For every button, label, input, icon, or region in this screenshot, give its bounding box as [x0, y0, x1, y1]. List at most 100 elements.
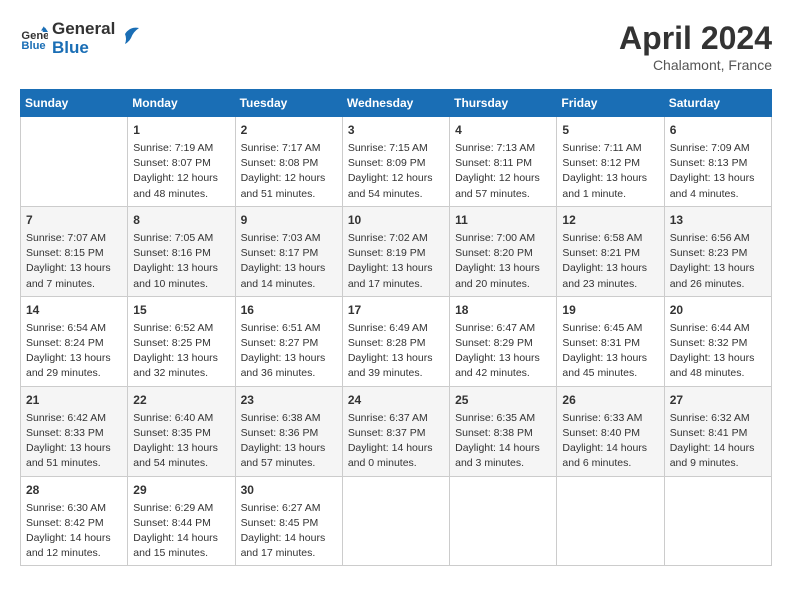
day-cell: 30 Sunrise: 6:27 AMSunset: 8:45 PMDayligh… — [235, 476, 342, 566]
week-row-5: 28 Sunrise: 6:30 AMSunset: 8:42 PMDayligh… — [21, 476, 772, 566]
day-cell: 10 Sunrise: 7:02 AMSunset: 8:19 PMDayligh… — [342, 206, 449, 296]
day-cell: 28 Sunrise: 6:30 AMSunset: 8:42 PMDayligh… — [21, 476, 128, 566]
day-number: 24 — [348, 391, 444, 409]
day-info: Sunrise: 7:09 AMSunset: 8:13 PMDaylight:… — [670, 141, 766, 202]
day-cell — [664, 476, 771, 566]
day-number: 17 — [348, 301, 444, 319]
day-number: 3 — [348, 121, 444, 139]
day-info: Sunrise: 6:58 AMSunset: 8:21 PMDaylight:… — [562, 231, 658, 292]
calendar-table: SundayMondayTuesdayWednesdayThursdayFrid… — [20, 89, 772, 566]
day-number: 22 — [133, 391, 229, 409]
day-info: Sunrise: 6:32 AMSunset: 8:41 PMDaylight:… — [670, 411, 766, 472]
day-cell: 13 Sunrise: 6:56 AMSunset: 8:23 PMDayligh… — [664, 206, 771, 296]
day-cell: 7Sunrise: 7:07 AMSunset: 8:15 PMDaylight… — [21, 206, 128, 296]
logo-icon: General Blue — [20, 25, 48, 53]
day-number: 18 — [455, 301, 551, 319]
day-cell: 5 Sunrise: 7:11 AMSunset: 8:12 PMDaylight… — [557, 117, 664, 207]
col-header-sunday: Sunday — [21, 90, 128, 117]
day-info: Sunrise: 6:29 AMSunset: 8:44 PMDaylight:… — [133, 501, 229, 562]
day-info: Sunrise: 6:27 AMSunset: 8:45 PMDaylight:… — [241, 501, 337, 562]
day-cell: 16Sunrise: 6:51 AMSunset: 8:27 PMDayligh… — [235, 296, 342, 386]
day-number: 27 — [670, 391, 766, 409]
day-cell — [557, 476, 664, 566]
day-info: Sunrise: 6:38 AMSunset: 8:36 PMDaylight:… — [241, 411, 337, 472]
day-info: Sunrise: 6:47 AMSunset: 8:29 PMDaylight:… — [455, 321, 551, 382]
logo: General Blue General Blue — [20, 20, 139, 57]
day-info: Sunrise: 6:56 AMSunset: 8:23 PMDaylight:… — [670, 231, 766, 292]
day-number: 16 — [241, 301, 337, 319]
day-cell: 17Sunrise: 6:49 AMSunset: 8:28 PMDayligh… — [342, 296, 449, 386]
day-cell: 9Sunrise: 7:03 AMSunset: 8:17 PMDaylight… — [235, 206, 342, 296]
svg-text:Blue: Blue — [21, 39, 45, 51]
day-number: 28 — [26, 481, 122, 499]
day-cell: 2Sunrise: 7:17 AMSunset: 8:08 PMDaylight… — [235, 117, 342, 207]
title-block: April 2024 Chalamont, France — [619, 20, 772, 73]
day-cell: 20Sunrise: 6:44 AMSunset: 8:32 PMDayligh… — [664, 296, 771, 386]
day-cell: 1Sunrise: 7:19 AMSunset: 8:07 PMDaylight… — [128, 117, 235, 207]
col-header-wednesday: Wednesday — [342, 90, 449, 117]
day-info: Sunrise: 7:11 AMSunset: 8:12 PMDaylight:… — [562, 141, 658, 202]
day-number: 11 — [455, 211, 551, 229]
day-info: Sunrise: 6:44 AMSunset: 8:32 PMDaylight:… — [670, 321, 766, 382]
week-row-2: 7Sunrise: 7:07 AMSunset: 8:15 PMDaylight… — [21, 206, 772, 296]
day-number: 19 — [562, 301, 658, 319]
month-title: April 2024 — [619, 20, 772, 57]
day-cell: 15 Sunrise: 6:52 AMSunset: 8:25 PMDayligh… — [128, 296, 235, 386]
page-header: General Blue General Blue April 2024 Cha… — [20, 20, 772, 73]
day-info: Sunrise: 7:00 AMSunset: 8:20 PMDaylight:… — [455, 231, 551, 292]
day-info: Sunrise: 6:33 AMSunset: 8:40 PMDaylight:… — [562, 411, 658, 472]
day-cell: 22Sunrise: 6:40 AMSunset: 8:35 PMDayligh… — [128, 386, 235, 476]
day-cell: 21Sunrise: 6:42 AMSunset: 8:33 PMDayligh… — [21, 386, 128, 476]
day-info: Sunrise: 6:54 AMSunset: 8:24 PMDaylight:… — [26, 321, 122, 382]
day-cell: 12 Sunrise: 6:58 AMSunset: 8:21 PMDayligh… — [557, 206, 664, 296]
day-cell: 6Sunrise: 7:09 AMSunset: 8:13 PMDaylight… — [664, 117, 771, 207]
calendar-body: 1Sunrise: 7:19 AMSunset: 8:07 PMDaylight… — [21, 117, 772, 566]
day-number: 8 — [133, 211, 229, 229]
day-info: Sunrise: 6:52 AMSunset: 8:25 PMDaylight:… — [133, 321, 229, 382]
day-cell: 14 Sunrise: 6:54 AMSunset: 8:24 PMDayligh… — [21, 296, 128, 386]
day-cell: 23Sunrise: 6:38 AMSunset: 8:36 PMDayligh… — [235, 386, 342, 476]
day-cell: 3 Sunrise: 7:15 AMSunset: 8:09 PMDaylight… — [342, 117, 449, 207]
day-info: Sunrise: 6:42 AMSunset: 8:33 PMDaylight:… — [26, 411, 122, 472]
day-cell — [450, 476, 557, 566]
day-number: 29 — [133, 481, 229, 499]
day-info: Sunrise: 7:03 AMSunset: 8:17 PMDaylight:… — [241, 231, 337, 292]
day-info: Sunrise: 7:02 AMSunset: 8:19 PMDaylight:… — [348, 231, 444, 292]
day-cell — [21, 117, 128, 207]
day-number: 12 — [562, 211, 658, 229]
day-number: 13 — [670, 211, 766, 229]
day-number: 14 — [26, 301, 122, 319]
day-info: Sunrise: 7:17 AMSunset: 8:08 PMDaylight:… — [241, 141, 337, 202]
day-cell: 25 Sunrise: 6:35 AMSunset: 8:38 PMDayligh… — [450, 386, 557, 476]
day-cell: 19Sunrise: 6:45 AMSunset: 8:31 PMDayligh… — [557, 296, 664, 386]
week-row-1: 1Sunrise: 7:19 AMSunset: 8:07 PMDaylight… — [21, 117, 772, 207]
day-info: Sunrise: 6:35 AMSunset: 8:38 PMDaylight:… — [455, 411, 551, 472]
day-info: Sunrise: 6:30 AMSunset: 8:42 PMDaylight:… — [26, 501, 122, 562]
day-cell: 8 Sunrise: 7:05 AMSunset: 8:16 PMDaylight… — [128, 206, 235, 296]
day-cell — [342, 476, 449, 566]
day-number: 10 — [348, 211, 444, 229]
col-header-thursday: Thursday — [450, 90, 557, 117]
day-info: Sunrise: 7:15 AMSunset: 8:09 PMDaylight:… — [348, 141, 444, 202]
day-cell: 11 Sunrise: 7:00 AMSunset: 8:20 PMDayligh… — [450, 206, 557, 296]
day-cell: 26 Sunrise: 6:33 AMSunset: 8:40 PMDayligh… — [557, 386, 664, 476]
calendar-header: SundayMondayTuesdayWednesdayThursdayFrid… — [21, 90, 772, 117]
col-header-monday: Monday — [128, 90, 235, 117]
day-number: 1 — [133, 121, 229, 139]
day-number: 25 — [455, 391, 551, 409]
day-number: 4 — [455, 121, 551, 139]
week-row-4: 21Sunrise: 6:42 AMSunset: 8:33 PMDayligh… — [21, 386, 772, 476]
day-info: Sunrise: 7:05 AMSunset: 8:16 PMDaylight:… — [133, 231, 229, 292]
logo-text-line1: General — [52, 20, 115, 39]
day-number: 15 — [133, 301, 229, 319]
logo-text-line2: Blue — [52, 39, 115, 58]
day-number: 30 — [241, 481, 337, 499]
day-cell: 27 Sunrise: 6:32 AMSunset: 8:41 PMDayligh… — [664, 386, 771, 476]
day-cell: 18 Sunrise: 6:47 AMSunset: 8:29 PMDayligh… — [450, 296, 557, 386]
day-cell: 4Sunrise: 7:13 AMSunset: 8:11 PMDaylight… — [450, 117, 557, 207]
day-info: Sunrise: 6:37 AMSunset: 8:37 PMDaylight:… — [348, 411, 444, 472]
day-number: 26 — [562, 391, 658, 409]
col-header-tuesday: Tuesday — [235, 90, 342, 117]
day-cell: 24 Sunrise: 6:37 AMSunset: 8:37 PMDayligh… — [342, 386, 449, 476]
day-number: 5 — [562, 121, 658, 139]
